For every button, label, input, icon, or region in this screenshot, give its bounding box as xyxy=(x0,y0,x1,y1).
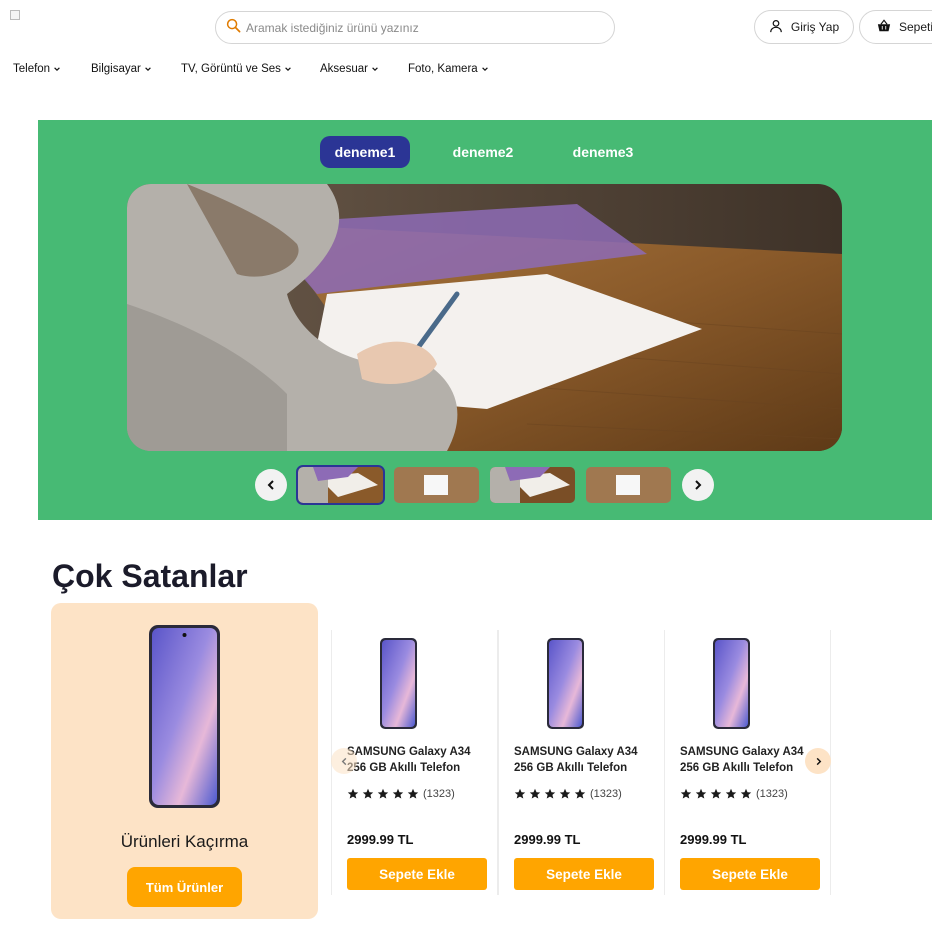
product-rating: (1323) xyxy=(680,788,788,800)
login-button[interactable]: Giriş Yap xyxy=(754,10,854,44)
chevron-down-icon xyxy=(54,67,60,72)
chevron-left-icon xyxy=(341,757,346,765)
login-label: Giriş Yap xyxy=(790,20,840,34)
add-to-cart-button[interactable]: Sepete Ekle xyxy=(347,858,487,890)
nav-label: Bilgisayar xyxy=(91,63,141,75)
chevron-right-icon xyxy=(695,480,702,490)
phone-image xyxy=(149,625,220,808)
nav-label: TV, Görüntü ve Ses xyxy=(181,63,281,75)
tab-deneme2[interactable]: deneme2 xyxy=(438,136,528,168)
nav-label: Aksesuar xyxy=(320,63,368,75)
star-icon xyxy=(680,788,692,799)
nav-item-bilgisayar[interactable]: Bilgisayar xyxy=(91,63,152,75)
product-name[interactable]: SAMSUNG Galaxy A34 256 GB Akıllı Telefon… xyxy=(347,744,492,778)
cart-label: Sepeti xyxy=(899,20,932,34)
tab-deneme3[interactable]: deneme3 xyxy=(558,136,648,168)
star-icon xyxy=(529,788,541,799)
star-icon xyxy=(514,788,526,799)
star-icon xyxy=(392,788,404,799)
phone-image xyxy=(713,638,750,729)
search-icon xyxy=(226,18,246,38)
product-name[interactable]: SAMSUNG Galaxy A34 256 GB Akıllı Telefon… xyxy=(680,744,825,778)
promo-text: Ürünleri Kaçırma xyxy=(120,832,249,851)
search-bar[interactable] xyxy=(215,11,615,44)
nav-label: Foto, Kamera xyxy=(408,63,478,75)
chevron-left-icon xyxy=(267,480,274,490)
product-rating: (1323) xyxy=(514,788,622,800)
hero-prev-button[interactable] xyxy=(255,469,287,501)
add-to-cart-button[interactable]: Sepete Ekle xyxy=(680,858,820,890)
phone-image xyxy=(380,638,417,729)
star-icon xyxy=(740,788,752,799)
nav-item-tv[interactable]: TV, Görüntü ve Ses xyxy=(181,63,292,75)
nav-label: Telefon xyxy=(13,63,51,75)
cart-button[interactable]: Sepeti xyxy=(859,10,932,44)
chevron-down-icon xyxy=(285,67,291,72)
star-icon xyxy=(362,788,374,799)
chevron-right-icon xyxy=(816,757,821,765)
chevron-down-icon xyxy=(372,67,378,72)
section-title: Çok Satanlar xyxy=(52,558,248,594)
hero-thumbnail-3[interactable] xyxy=(490,467,575,503)
hero-thumbnail-1[interactable] xyxy=(296,465,385,505)
product-price: 2999.99 TL xyxy=(514,832,581,847)
products-prev-button[interactable] xyxy=(331,748,357,774)
logo-image[interactable] xyxy=(10,10,20,20)
promo-card: Ürünleri Kaçırma Tüm Ürünler xyxy=(51,603,318,919)
all-products-button[interactable]: Tüm Ürünler xyxy=(127,867,242,907)
products-next-button[interactable] xyxy=(805,748,831,774)
star-icon xyxy=(725,788,737,799)
tab-deneme1[interactable]: deneme1 xyxy=(320,136,410,168)
nav-item-telefon[interactable]: Telefon xyxy=(13,63,61,75)
hero-slide-image[interactable] xyxy=(127,184,842,451)
add-to-cart-button[interactable]: Sepete Ekle xyxy=(514,858,654,890)
basket-icon xyxy=(877,18,899,36)
product-price: 2999.99 TL xyxy=(680,832,747,847)
hero-next-button[interactable] xyxy=(682,469,714,501)
chevron-down-icon xyxy=(481,67,488,72)
nav-item-aksesuar[interactable]: Aksesuar xyxy=(320,63,379,75)
star-icon xyxy=(574,788,586,799)
star-icon xyxy=(559,788,571,799)
star-icon xyxy=(710,788,722,799)
product-rating: (1323) xyxy=(347,788,455,800)
chevron-down-icon xyxy=(145,67,151,72)
star-icon xyxy=(695,788,707,799)
star-icon xyxy=(377,788,389,799)
hero-thumbnail-2[interactable] xyxy=(394,467,479,503)
nav-item-foto-kamera[interactable]: Foto, Kamera xyxy=(408,63,489,75)
review-count: (1323) xyxy=(590,788,622,800)
star-icon xyxy=(407,788,419,799)
user-icon xyxy=(769,19,791,36)
product-name[interactable]: SAMSUNG Galaxy A34 256 GB Akıllı Telefon… xyxy=(514,744,659,778)
review-count: (1323) xyxy=(756,788,788,800)
product-price: 2999.99 TL xyxy=(347,832,414,847)
product-card[interactable]: SAMSUNG Galaxy A34 256 GB Akıllı Telefon… xyxy=(498,630,665,895)
review-count: (1323) xyxy=(423,788,455,800)
hero-thumbnail-4[interactable] xyxy=(586,467,671,503)
star-icon xyxy=(544,788,556,799)
star-icon xyxy=(347,788,359,799)
phone-image xyxy=(547,638,584,729)
search-input[interactable] xyxy=(246,20,586,35)
hero-banner: deneme1 deneme2 deneme3 xyxy=(38,120,932,520)
